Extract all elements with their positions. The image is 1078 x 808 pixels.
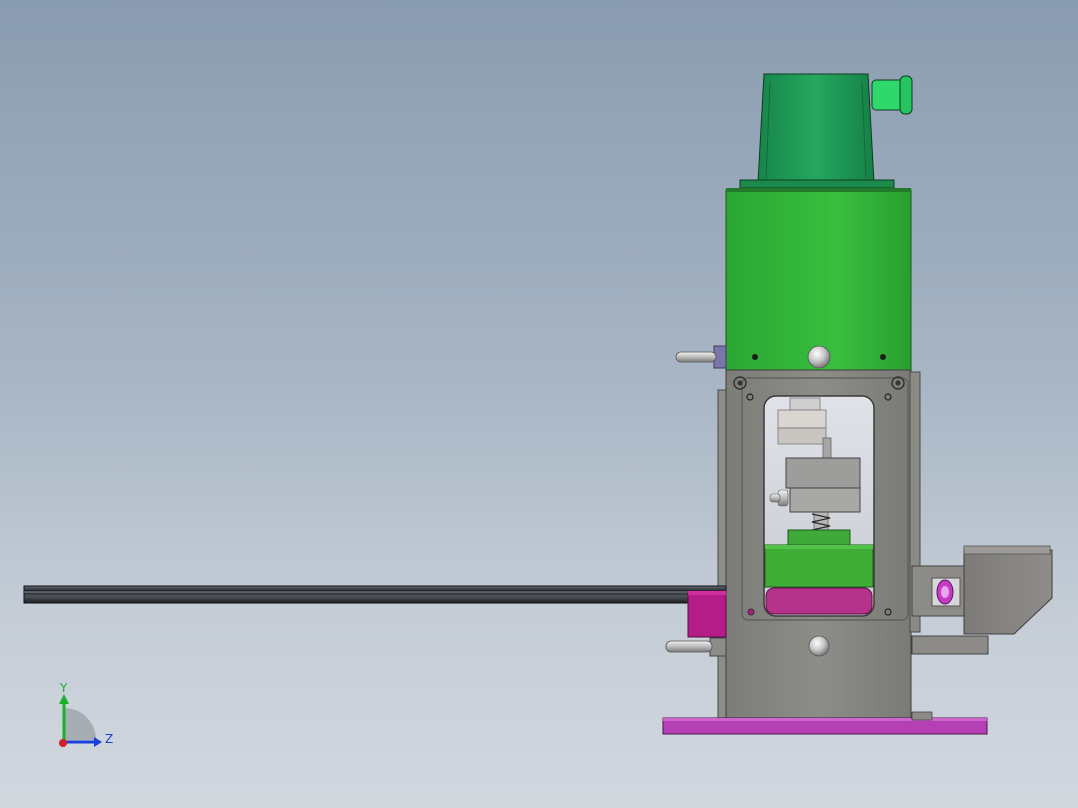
magenta-block[interactable] xyxy=(687,590,727,638)
x-axis-icon xyxy=(59,739,67,747)
upper-housing[interactable] xyxy=(725,188,912,371)
motor[interactable] xyxy=(739,73,895,189)
roller[interactable] xyxy=(931,577,961,607)
green-plate xyxy=(764,544,874,588)
triad-sector xyxy=(64,708,96,740)
coordinate-triad: Y Z xyxy=(59,681,113,747)
cad-model[interactable] xyxy=(0,0,1078,808)
z-axis-label: Z xyxy=(105,732,113,746)
handle-lower[interactable] xyxy=(665,637,727,657)
motor-connector[interactable] xyxy=(871,75,913,115)
cad-viewport[interactable]: Y Z xyxy=(0,0,1078,808)
z-arrow-icon xyxy=(94,737,102,747)
y-arrow-icon xyxy=(59,694,69,704)
y-axis-label: Y xyxy=(59,681,68,695)
guide-rail[interactable] xyxy=(23,585,727,604)
handle-upper[interactable] xyxy=(675,345,727,369)
